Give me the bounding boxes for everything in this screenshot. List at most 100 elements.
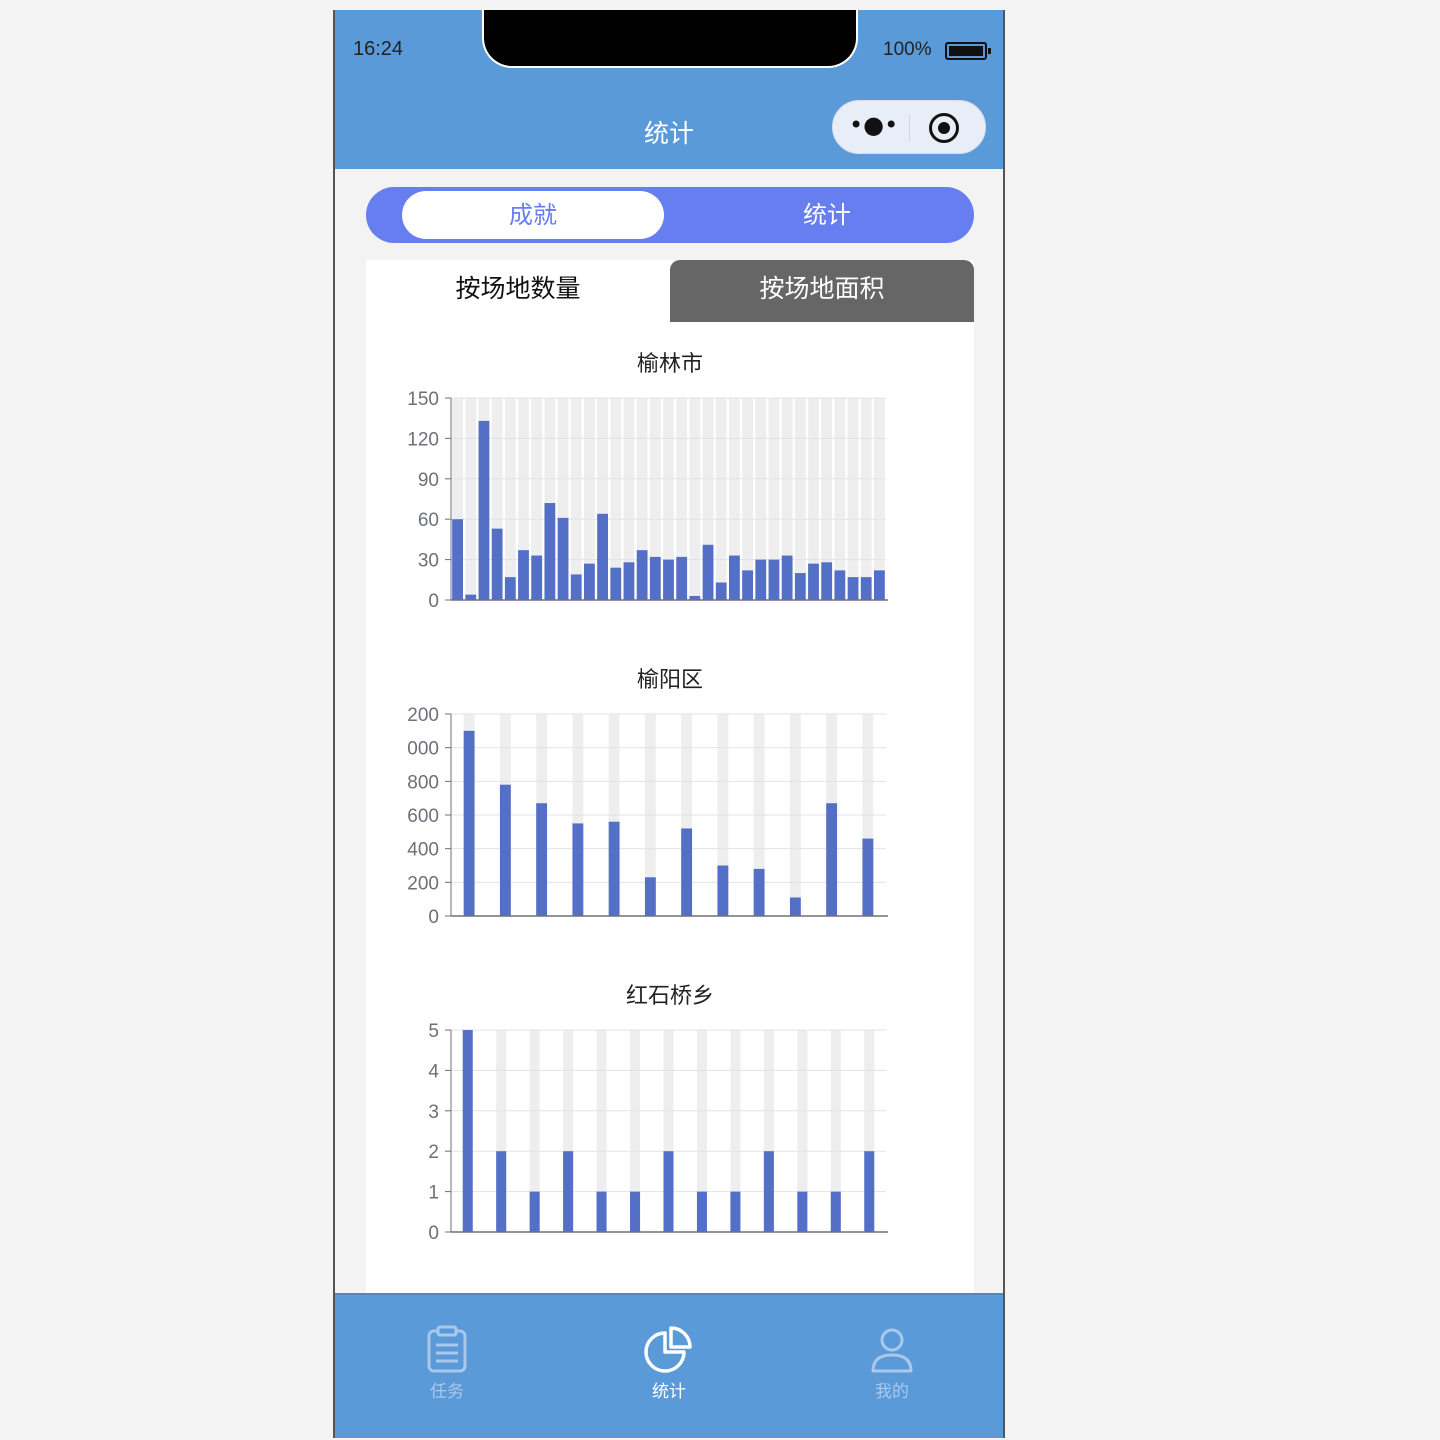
- segment-achievement[interactable]: 成就: [402, 191, 664, 239]
- y-tick-label: 0: [428, 1223, 439, 1244]
- bar-background: [794, 398, 806, 600]
- bar: [465, 594, 477, 600]
- bar: [499, 784, 511, 916]
- bar: [452, 519, 463, 600]
- miniprogram-capsule: •●•: [832, 100, 986, 154]
- bar: [874, 570, 885, 600]
- bar: [755, 559, 767, 600]
- bar-background: [504, 398, 516, 600]
- bar: [630, 1191, 641, 1232]
- y-tick-label: 150: [407, 389, 439, 410]
- tabbar-label-tasks: 任务: [430, 1382, 464, 1402]
- bar: [864, 1151, 875, 1232]
- bar: [610, 567, 622, 600]
- bar: [462, 1030, 473, 1232]
- pie-chart-icon: [644, 1326, 692, 1373]
- more-icon[interactable]: •●•: [849, 113, 898, 139]
- status-time: 16:24: [353, 38, 404, 60]
- bar-background: [874, 398, 885, 600]
- bar: [557, 517, 569, 600]
- chart-title-yulin: 榆林市: [636, 352, 703, 377]
- bar: [729, 555, 740, 600]
- bar: [696, 1191, 707, 1232]
- bar: [830, 1191, 841, 1232]
- bar: [781, 555, 793, 600]
- y-tick-label: 400: [407, 840, 439, 861]
- y-tick-label: 120: [407, 429, 439, 450]
- bar: [572, 823, 584, 916]
- segment-control: 成就 统计: [366, 187, 974, 243]
- bar: [763, 1151, 774, 1232]
- y-tick-label: 800: [407, 772, 439, 793]
- user-icon: [871, 1328, 913, 1373]
- bar: [531, 555, 543, 600]
- bar-background: [742, 398, 753, 600]
- bar-background: [847, 398, 859, 600]
- phone-screen: 16:24 100% 统计 •●• 成就 统计 按场地数量 按场地面积 榆林市 …: [333, 10, 1005, 1438]
- bar: [463, 730, 475, 916]
- y-tick-label: 200: [407, 705, 439, 726]
- bar: [644, 877, 656, 916]
- bar: [504, 577, 516, 600]
- bar: [789, 897, 801, 916]
- bar: [730, 1191, 741, 1232]
- y-tick-label: 000: [407, 739, 439, 760]
- y-tick-label: 0: [428, 907, 439, 928]
- bar-background: [689, 398, 701, 600]
- bar: [663, 559, 674, 600]
- y-tick-label: 60: [418, 510, 439, 531]
- tabbar-item-stats[interactable]: 统计: [609, 1325, 729, 1402]
- bar: [636, 550, 648, 600]
- bar: [563, 1151, 574, 1232]
- bar: [681, 828, 693, 916]
- tab-by-count[interactable]: 按场地数量: [366, 260, 670, 322]
- bar: [821, 562, 833, 600]
- y-tick-label: 90: [418, 470, 439, 491]
- bar: [584, 563, 595, 600]
- bar: [753, 868, 765, 916]
- tab-by-area[interactable]: 按场地面积: [670, 260, 974, 322]
- top-bar: 16:24 100% 统计 •●•: [335, 10, 1003, 169]
- tabbar-item-mine[interactable]: 我的: [832, 1325, 952, 1402]
- bar: [496, 1151, 507, 1232]
- y-tick-label: 600: [407, 806, 439, 827]
- bar: [717, 865, 729, 916]
- bar: [862, 838, 874, 916]
- battery-icon: [945, 42, 991, 60]
- bar: [834, 570, 846, 600]
- bar: [529, 1191, 540, 1232]
- y-tick-label: 2: [428, 1142, 439, 1163]
- bar-background: [834, 398, 846, 600]
- bottom-tabbar: 任务 统计 我的: [335, 1293, 1003, 1438]
- chart-hongshiqiao: 0 1 2 3 4 5: [428, 1021, 888, 1244]
- capsule-divider: [909, 115, 910, 141]
- segment-statistics[interactable]: 统计: [696, 191, 958, 239]
- bar: [860, 577, 872, 600]
- tabbar-item-tasks[interactable]: 任务: [387, 1325, 507, 1402]
- tabbar-label-mine: 我的: [875, 1382, 909, 1402]
- bar: [826, 803, 838, 916]
- y-tick-label: 1: [428, 1183, 439, 1204]
- bar: [623, 562, 635, 600]
- bar: [597, 513, 608, 600]
- bar: [676, 556, 688, 600]
- bar: [544, 503, 556, 600]
- bar: [794, 573, 806, 600]
- chart-card: 按场地数量 按场地面积 榆林市 0 30 60 90 120 150 榆阳区 0 200 40…: [366, 260, 974, 1320]
- bar: [797, 1191, 808, 1232]
- chart-title-hongshiqiao: 红石桥乡: [625, 984, 714, 1009]
- bar: [478, 420, 490, 600]
- bar: [768, 559, 780, 600]
- battery-percent: 100%: [883, 39, 932, 60]
- bar: [518, 550, 529, 600]
- y-tick-label: 4: [428, 1061, 439, 1082]
- chart-title-yuyang: 榆阳区: [636, 668, 703, 693]
- bar: [663, 1151, 674, 1232]
- y-tick-label: 5: [428, 1021, 439, 1042]
- bar-background: [715, 398, 727, 600]
- bar: [808, 563, 819, 600]
- bar-background: [465, 398, 477, 600]
- clipboard-icon: [427, 1325, 467, 1373]
- y-tick-label: 3: [428, 1102, 439, 1123]
- close-target-icon[interactable]: [929, 113, 959, 143]
